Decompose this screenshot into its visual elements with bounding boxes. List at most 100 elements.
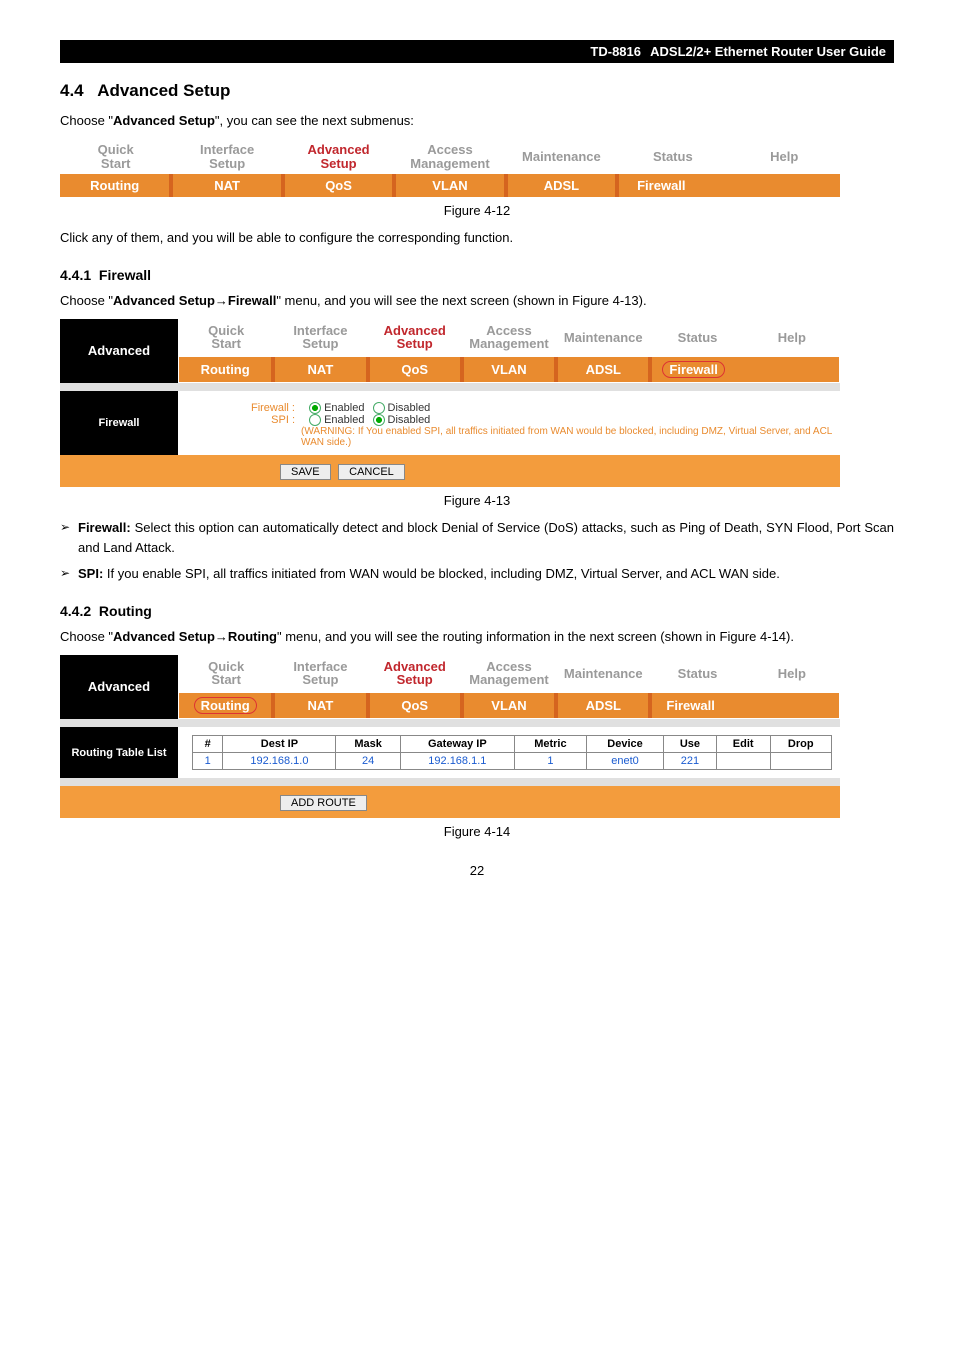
nav-figure-4-12: QuickStart InterfaceSetup AdvancedSetup … (60, 139, 840, 197)
tab-quick-start[interactable]: QuickStart (179, 320, 273, 355)
td-drop[interactable] (770, 753, 832, 770)
list-item: Firewall: Select this option can automat… (78, 518, 894, 558)
routing-table: # Dest IP Mask Gateway IP Metric Device … (192, 735, 832, 770)
sub-vlan[interactable]: VLAN (462, 693, 556, 718)
bullet-list: Firewall: Select this option can automat… (60, 518, 894, 584)
side-advanced: Advanced (60, 319, 178, 383)
tab-maintenance[interactable]: Maintenance (556, 320, 650, 355)
tab-access-management[interactable]: AccessManagement (462, 656, 556, 691)
spi-label: SPI : (239, 414, 295, 426)
sub-firewall[interactable]: Firewall (650, 357, 839, 382)
tab-interface-setup[interactable]: InterfaceSetup (171, 139, 282, 174)
subnav-in-shot2: Routing NAT QoS VLAN ADSL Firewall (179, 693, 839, 718)
th-edit: Edit (716, 736, 770, 753)
td-destip: 192.168.1.0 (223, 753, 336, 770)
divider (60, 719, 840, 727)
tab-quick-start[interactable]: QuickStart (60, 139, 171, 174)
tab-status[interactable]: Status (617, 139, 728, 174)
sub-adsl[interactable]: ADSL (556, 693, 650, 718)
tab-help[interactable]: Help (745, 320, 839, 355)
th-mask: Mask (336, 736, 400, 753)
model-label: TD-8816 (590, 44, 641, 59)
td-edit[interactable] (716, 753, 770, 770)
subsection-routing: 4.4.2 Routing (60, 603, 894, 619)
section-heading: 4.4 Advanced Setup (60, 81, 894, 101)
intro-text: Choose "Advanced Setup", you can see the… (60, 111, 894, 131)
sub-qos[interactable]: QoS (283, 174, 394, 197)
figure-caption-4-12: Figure 4-12 (60, 203, 894, 218)
orange-side (60, 455, 178, 487)
tab-status[interactable]: Status (650, 320, 744, 355)
spi-enabled-radio[interactable] (304, 414, 324, 426)
sub-nat[interactable]: NAT (273, 693, 367, 718)
cancel-button[interactable]: CANCEL (338, 464, 405, 480)
sub-vlan[interactable]: VLAN (394, 174, 505, 197)
firewall-enabled-radio[interactable] (304, 402, 324, 414)
tab-quick-start[interactable]: QuickStart (179, 656, 273, 691)
tab-access-management[interactable]: AccessManagement (394, 139, 505, 174)
sub-routing[interactable]: Routing (179, 693, 273, 718)
subsection-firewall: 4.4.1 Firewall (60, 267, 894, 283)
figure-caption-4-13: Figure 4-13 (60, 493, 894, 508)
th-destip: Dest IP (223, 736, 336, 753)
screenshot-routing: Advanced QuickStart InterfaceSetup Advan… (60, 655, 840, 818)
spi-disabled-radio[interactable] (368, 414, 388, 426)
list-item: SPI: If you enable SPI, all traffics ini… (78, 564, 894, 584)
orange-side (60, 786, 178, 818)
tab-access-management[interactable]: AccessManagement (462, 320, 556, 355)
sub-qos[interactable]: QoS (368, 357, 462, 382)
sub-firewall[interactable]: Firewall (650, 693, 839, 718)
nav-in-shot1: QuickStart InterfaceSetup AdvancedSetup … (179, 320, 839, 355)
routing-intro: Choose "Advanced Setup→Routing" menu, an… (60, 627, 894, 647)
td-use: 221 (664, 753, 717, 770)
sub-firewall[interactable]: Firewall (617, 174, 840, 197)
td-device: enet0 (587, 753, 664, 770)
doc-title: ADSL2/2+ Ethernet Router User Guide (650, 44, 886, 59)
tab-help[interactable]: Help (729, 139, 840, 174)
tab-interface-setup[interactable]: InterfaceSetup (273, 320, 367, 355)
spi-warning: (WARNING: If You enabled SPI, all traffi… (301, 426, 839, 448)
sub-nat[interactable]: NAT (171, 174, 282, 197)
side-firewall: Firewall (60, 391, 178, 455)
th-gateway: Gateway IP (400, 736, 514, 753)
sub-vlan[interactable]: VLAN (462, 357, 556, 382)
th-drop: Drop (770, 736, 832, 753)
screenshot-firewall: Advanced QuickStart InterfaceSetup Advan… (60, 319, 840, 487)
side-advanced: Advanced (60, 655, 178, 719)
section-num: 4.4 (60, 81, 84, 100)
tab-advanced-setup[interactable]: AdvancedSetup (368, 656, 462, 691)
td-num: 1 (193, 753, 223, 770)
sub-routing[interactable]: Routing (60, 174, 171, 197)
tab-status[interactable]: Status (650, 656, 744, 691)
td-gateway: 192.168.1.1 (400, 753, 514, 770)
th-device: Device (587, 736, 664, 753)
tab-advanced-setup[interactable]: AdvancedSetup (283, 139, 394, 174)
sub-routing[interactable]: Routing (179, 357, 273, 382)
firewall-label: Firewall : (239, 402, 295, 414)
tab-help[interactable]: Help (745, 656, 839, 691)
firewall-intro: Choose "Advanced Setup→Firewall" menu, a… (60, 291, 894, 311)
th-use: Use (664, 736, 717, 753)
save-button[interactable]: SAVE (280, 464, 331, 480)
sub-adsl[interactable]: ADSL (506, 174, 617, 197)
nav-in-shot2: QuickStart InterfaceSetup AdvancedSetup … (179, 656, 839, 691)
side-routing-table-list: Routing Table List (60, 727, 178, 778)
tab-maintenance[interactable]: Maintenance (556, 656, 650, 691)
table-row: 1 192.168.1.0 24 192.168.1.1 1 enet0 221 (193, 753, 832, 770)
doc-header: TD-8816 ADSL2/2+ Ethernet Router User Gu… (60, 40, 894, 63)
firewall-disabled-radio[interactable] (368, 402, 388, 414)
tab-interface-setup[interactable]: InterfaceSetup (273, 656, 367, 691)
firewall-form: Firewall : Enabled Disabled SPI : Enable… (179, 392, 839, 454)
add-route-button[interactable]: ADD ROUTE (280, 795, 367, 811)
th-metric: Metric (514, 736, 586, 753)
table-head-row: # Dest IP Mask Gateway IP Metric Device … (193, 736, 832, 753)
th-num: # (193, 736, 223, 753)
sub-qos[interactable]: QoS (368, 693, 462, 718)
sub-adsl[interactable]: ADSL (556, 357, 650, 382)
tab-advanced-setup[interactable]: AdvancedSetup (368, 320, 462, 355)
tab-maintenance[interactable]: Maintenance (506, 139, 617, 174)
intro-text-2: Click any of them, and you will be able … (60, 228, 894, 248)
sub-nat[interactable]: NAT (273, 357, 367, 382)
section-title: Advanced Setup (97, 81, 230, 100)
page-number: 22 (60, 863, 894, 878)
